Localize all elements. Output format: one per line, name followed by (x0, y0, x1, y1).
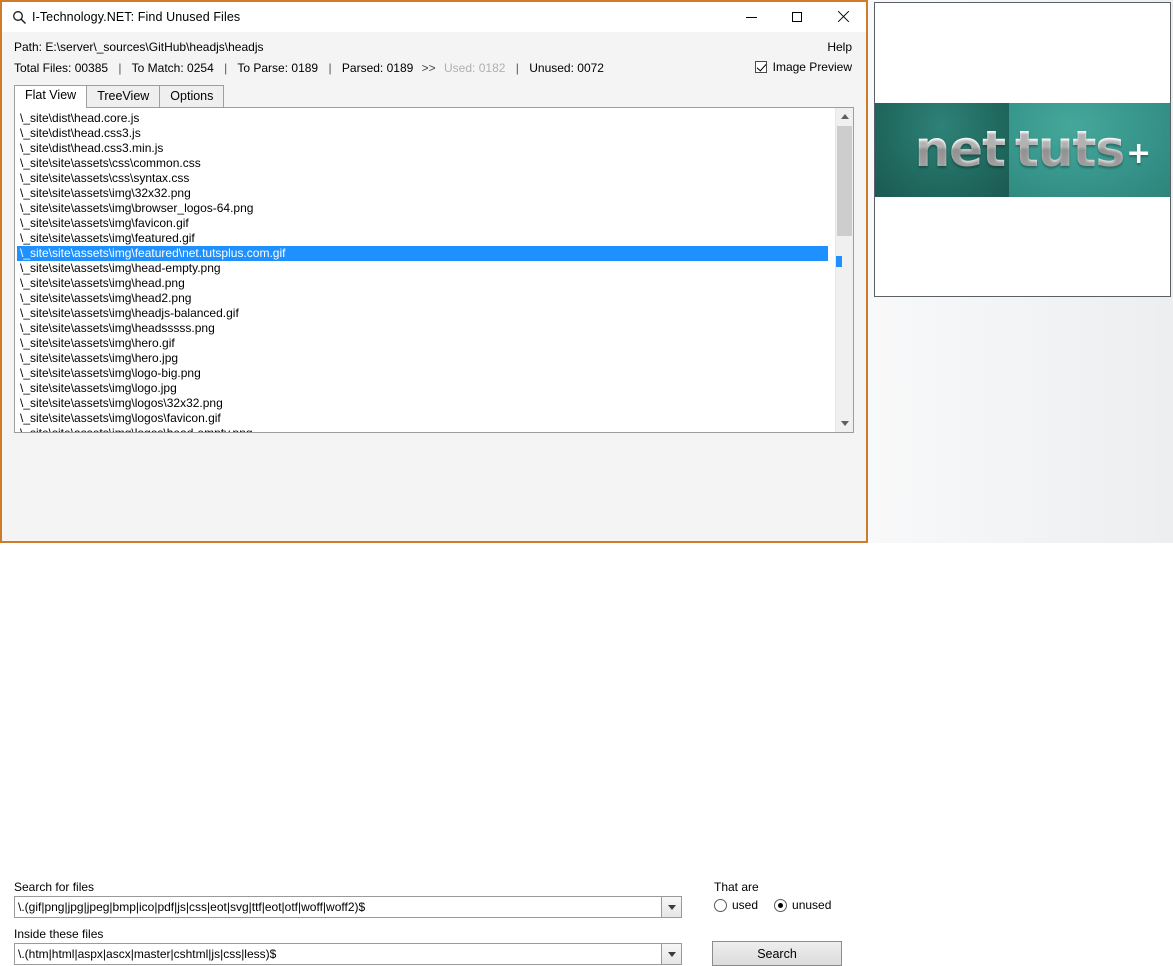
stat-used-value: 0182 (478, 61, 506, 75)
tab-tree-view[interactable]: TreeView (86, 85, 161, 107)
file-list-item[interactable]: \_site\site\assets\img\logos\32x32.png (17, 396, 835, 411)
stats-arrow: >> (421, 61, 436, 75)
stat-separator: | (224, 61, 228, 75)
minimize-icon (745, 16, 757, 18)
window-controls (728, 2, 866, 32)
tab-options[interactable]: Options (159, 85, 225, 107)
path-row: Path: E:\server\_sources\GitHub\headjs\h… (14, 40, 263, 54)
inside-these-files-dropdown-button[interactable] (661, 943, 682, 965)
path-value: E:\server\_sources\GitHub\headjs\headjs (45, 40, 264, 54)
radio-used-circle-icon (714, 898, 727, 912)
inside-these-files-label: Inside these files (14, 927, 104, 941)
radio-unused[interactable]: unused (774, 898, 831, 912)
radio-used-label: used (732, 898, 759, 912)
tab-flat-view[interactable]: Flat View (14, 85, 88, 108)
inside-these-files-combo[interactable] (14, 943, 682, 965)
file-list-item[interactable]: \_site\site\assets\img\logo.jpg (17, 381, 835, 396)
file-list[interactable]: \_site\dist\head.core.js \_site\dist\head… (15, 108, 835, 432)
that-are-label: That are (714, 880, 759, 894)
file-list-item[interactable]: \_site\dist\head.css3.js (17, 126, 835, 141)
scrollbar-thumb[interactable] (837, 126, 852, 236)
file-list-scrollbar[interactable] (835, 108, 853, 432)
logo-left-panel: net (875, 103, 1009, 197)
tab-strip: Flat View TreeView Options (14, 85, 866, 108)
preview-image-nettuts-logo: net tuts + (875, 103, 1170, 197)
scroll-down-arrow-icon[interactable] (836, 415, 853, 432)
application-window: I-Technology.NET: Find Unused Files Path… (0, 0, 868, 966)
search-panel: Search for files Inside these files That… (2, 433, 866, 966)
window-title: I-Technology.NET: Find Unused Files (32, 10, 241, 24)
file-list-item[interactable]: \_site\site\assets\img\hero.jpg (17, 351, 835, 366)
file-list-item[interactable]: \_site\site\assets\img\browser_logos-64.… (17, 201, 835, 216)
path-label: Path: (14, 40, 43, 54)
search-for-files-label: Search for files (14, 880, 95, 894)
radio-used[interactable]: used (714, 898, 758, 912)
stat-separator: | (118, 61, 122, 75)
file-list-item[interactable]: \_site\site\assets\img\logo-big.png (17, 366, 835, 381)
image-preview-label: Image Preview (772, 60, 852, 74)
stat-to-parse-label: To Parse: (237, 61, 289, 75)
stat-unused-value: 0072 (577, 61, 604, 75)
that-are-radio-group: used unused (714, 898, 831, 912)
stat-to-parse-value: 0189 (291, 61, 319, 75)
file-list-item[interactable]: \_site\site\assets\img\head-empty.png (17, 261, 835, 276)
header-bar: Path: E:\server\_sources\GitHub\headjs\h… (2, 32, 866, 85)
inside-these-files-input[interactable] (14, 943, 661, 965)
stat-separator: | (328, 61, 332, 75)
minimize-button[interactable] (728, 2, 774, 32)
stat-total-files-value: 00385 (74, 61, 109, 75)
chevron-down-icon (667, 951, 676, 957)
file-list-item[interactable]: \_site\site\assets\css\common.css (17, 156, 835, 171)
file-list-panel: \_site\dist\head.core.js \_site\dist\head… (14, 107, 854, 433)
image-preview-checkbox[interactable]: Image Preview (754, 60, 852, 74)
stat-parsed-label: Parsed: (341, 61, 384, 75)
file-list-item[interactable]: \_site\site\assets\img\logos\head-empty.… (17, 426, 835, 432)
file-list-item[interactable]: \_site\dist\head.css3.min.js (17, 141, 835, 156)
file-list-item[interactable]: \_site\site\assets\img\hero.gif (17, 336, 835, 351)
magnifier-icon (6, 2, 32, 32)
radio-unused-label: unused (792, 898, 832, 912)
checkbox-check-icon (754, 61, 767, 73)
search-for-files-dropdown-button[interactable] (661, 896, 682, 918)
file-list-item[interactable]: \_site\site\assets\img\headjs-balanced.g… (17, 306, 835, 321)
stat-unused-label: Unused: (529, 61, 574, 75)
maximize-button[interactable] (774, 2, 820, 32)
image-preview-window: net tuts + (874, 2, 1171, 297)
file-list-item[interactable]: \_site\site\assets\img\featured\net.tuts… (17, 246, 828, 261)
scrollbar-selection-marker (836, 256, 842, 267)
file-list-item[interactable]: \_site\site\assets\img\32x32.png (17, 186, 835, 201)
title-bar: I-Technology.NET: Find Unused Files (2, 2, 866, 32)
file-list-item[interactable]: \_site\site\assets\css\syntax.css (17, 171, 835, 186)
close-button[interactable] (820, 2, 866, 32)
file-list-item[interactable]: \_site\site\assets\img\headsssss.png (17, 321, 835, 336)
logo-text-net: net (914, 119, 1006, 178)
logo-text-tuts: tuts (1015, 119, 1125, 178)
stat-parsed-value: 0189 (386, 61, 414, 75)
help-link[interactable]: Help (827, 40, 852, 54)
search-button[interactable]: Search (712, 941, 842, 966)
maximize-icon (792, 12, 802, 22)
file-list-item[interactable]: \_site\site\assets\img\featured.gif (17, 231, 835, 246)
logo-text-plus: + (1126, 135, 1152, 171)
stat-to-match-value: 0254 (187, 61, 214, 75)
search-for-files-combo[interactable] (14, 896, 682, 918)
file-list-item[interactable]: \_site\dist\head.core.js (17, 111, 835, 126)
file-list-item[interactable]: \_site\site\assets\img\head.png (17, 276, 835, 291)
stat-used-label: Used: (444, 61, 476, 75)
stats-row: Total Files: 00385 | To Match: 0254 | To… (14, 61, 604, 75)
radio-unused-circle-icon (774, 898, 788, 912)
file-list-item[interactable]: \_site\site\assets\img\head2.png (17, 291, 835, 306)
file-list-item[interactable]: \_site\site\assets\img\favicon.gif (17, 216, 835, 231)
scroll-up-arrow-icon[interactable] (836, 108, 853, 125)
chevron-down-icon (667, 904, 676, 910)
close-icon (837, 11, 849, 23)
file-list-item[interactable]: \_site\site\assets\img\logos\favicon.gif (17, 411, 835, 426)
stat-total-files-label: Total Files: (14, 61, 72, 75)
search-for-files-input[interactable] (14, 896, 661, 918)
stat-separator: | (515, 61, 519, 75)
stat-to-match-label: To Match: (131, 61, 184, 75)
logo-right-panel: tuts + (1009, 103, 1170, 197)
